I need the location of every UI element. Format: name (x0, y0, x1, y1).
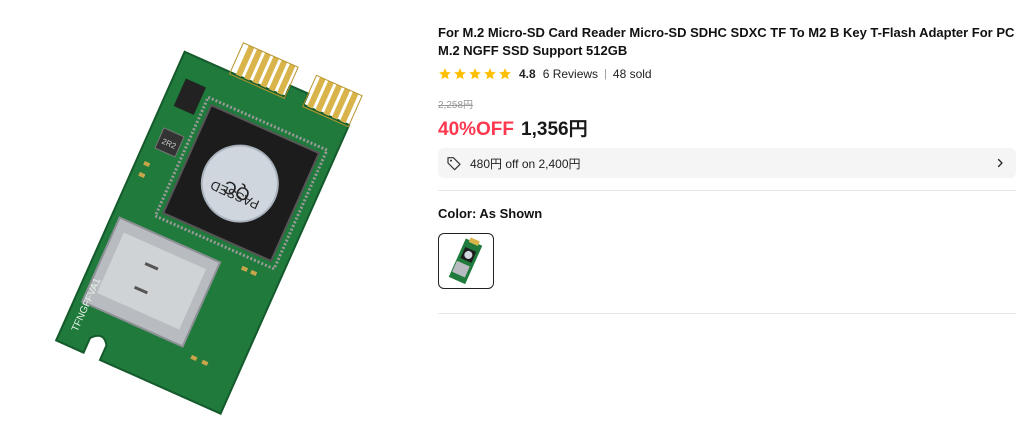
star-icon (454, 68, 466, 80)
discount-badge: 40%OFF (438, 119, 515, 140)
coupon-text: 480円 off on 2,400円 (470, 156, 581, 171)
color-label: Color: As Shown (438, 206, 543, 221)
star-icon (499, 68, 511, 80)
divider (438, 313, 1016, 314)
current-price: 1,356円 (521, 119, 588, 140)
star-icon (469, 68, 481, 80)
rating-row[interactable]: 4.8 6 Reviews | 48 sold (438, 66, 652, 82)
swatch-thumbnail (448, 237, 483, 285)
rating-value: 4.8 (519, 67, 536, 81)
original-price: 2,258円 (438, 100, 474, 111)
star-icon (439, 68, 451, 80)
star-icon (484, 68, 496, 80)
sold-count: 48 sold (612, 67, 652, 81)
star-rating (438, 67, 512, 81)
separator: | (604, 68, 607, 80)
reviews-link[interactable]: 6 Reviews (543, 67, 598, 81)
product-image[interactable]: QC PASSED 2R2 TFNGFFVA1 (0, 0, 428, 427)
divider (438, 190, 1016, 191)
coupon-bar[interactable]: 480円 off on 2,400円 (438, 148, 1016, 178)
color-swatch-as-shown[interactable] (438, 233, 494, 289)
product-title: For M.2 Micro-SD Card Reader Micro-SD SD… (438, 25, 1015, 58)
chevron-right-icon (997, 158, 1003, 168)
tag-icon (447, 157, 461, 171)
price-row: 40%OFF 1,356円 (438, 114, 588, 141)
